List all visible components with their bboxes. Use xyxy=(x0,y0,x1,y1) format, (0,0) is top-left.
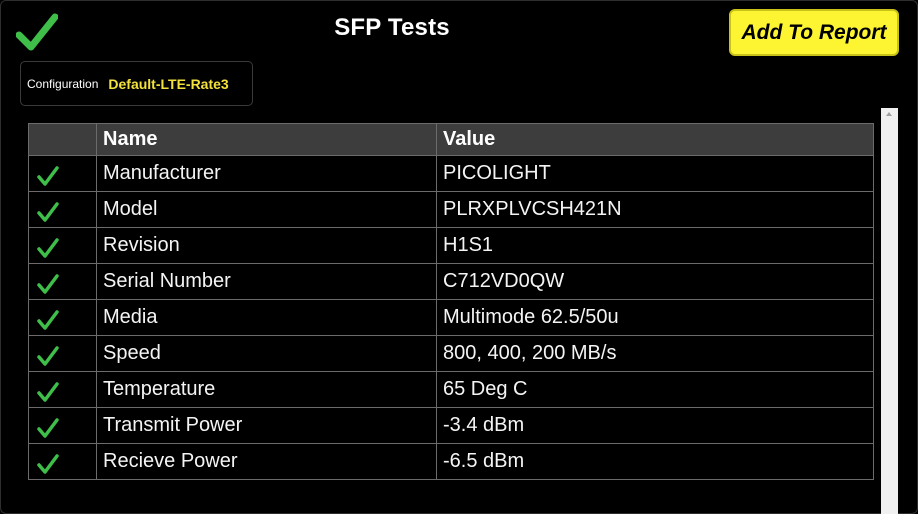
pass-checkmark-icon xyxy=(37,238,59,258)
table-row: Recieve Power -6.5 dBm xyxy=(28,443,874,480)
row-status-cell xyxy=(28,407,97,444)
pass-checkmark-icon xyxy=(37,310,59,330)
table-row: Transmit Power -3.4 dBm xyxy=(28,407,874,444)
pass-checkmark-icon xyxy=(37,346,59,366)
pass-checkmark-icon xyxy=(37,166,59,186)
row-value-cell: PLRXPLVCSH421N xyxy=(436,191,874,228)
row-status-cell xyxy=(28,371,97,408)
table-row: Revision H1S1 xyxy=(28,227,874,264)
row-value-cell: -6.5 dBm xyxy=(436,443,874,480)
row-name-cell: Revision xyxy=(96,227,437,264)
row-status-cell xyxy=(28,191,97,228)
row-value-cell: Multimode 62.5/50u xyxy=(436,299,874,336)
row-name-cell: Media xyxy=(96,299,437,336)
pass-checkmark-icon xyxy=(37,418,59,438)
row-value-cell: -3.4 dBm xyxy=(436,407,874,444)
row-name-cell: Manufacturer xyxy=(96,155,437,192)
table-row: Manufacturer PICOLIGHT xyxy=(28,155,874,192)
row-name-cell: Serial Number xyxy=(96,263,437,300)
row-name-cell: Model xyxy=(96,191,437,228)
scroll-up-arrow-icon[interactable] xyxy=(886,112,892,116)
table-row: Media Multimode 62.5/50u xyxy=(28,299,874,336)
table-header-row: Name Value xyxy=(28,123,874,156)
row-status-cell xyxy=(28,155,97,192)
pass-checkmark-icon xyxy=(37,202,59,222)
table-row: Speed 800, 400, 200 MB/s xyxy=(28,335,874,372)
row-value-cell: PICOLIGHT xyxy=(436,155,874,192)
pass-checkmark-icon xyxy=(37,382,59,402)
row-status-cell xyxy=(28,263,97,300)
column-header-value: Value xyxy=(436,123,874,156)
row-status-cell xyxy=(28,443,97,480)
row-value-cell: H1S1 xyxy=(436,227,874,264)
row-name-cell: Temperature xyxy=(96,371,437,408)
row-value-cell: 800, 400, 200 MB/s xyxy=(436,335,874,372)
page-title: SFP Tests xyxy=(334,14,450,41)
configuration-panel: Configuration Default-LTE-Rate3 xyxy=(20,61,253,106)
row-name-cell: Transmit Power xyxy=(96,407,437,444)
configuration-value: Default-LTE-Rate3 xyxy=(108,75,229,92)
row-value-cell: C712VD0QW xyxy=(436,263,874,300)
table-row: Serial Number C712VD0QW xyxy=(28,263,874,300)
sfp-results-table: Name Value Manufacturer PICOLIGHT Model PLR… xyxy=(28,123,874,480)
vertical-scrollbar[interactable] xyxy=(881,108,898,514)
row-value-cell: 65 Deg C xyxy=(436,371,874,408)
configuration-label: Configuration xyxy=(27,76,99,91)
pass-checkmark-icon xyxy=(37,454,59,474)
row-name-cell: Speed xyxy=(96,335,437,372)
add-to-report-button[interactable]: Add To Report xyxy=(729,9,899,56)
row-status-cell xyxy=(28,335,97,372)
column-header-status xyxy=(28,123,97,156)
row-status-cell xyxy=(28,299,97,336)
table-row: Temperature 65 Deg C xyxy=(28,371,874,408)
column-header-name: Name xyxy=(96,123,437,156)
row-status-cell xyxy=(28,227,97,264)
row-name-cell: Recieve Power xyxy=(96,443,437,480)
table-row: Model PLRXPLVCSH421N xyxy=(28,191,874,228)
pass-checkmark-icon xyxy=(37,274,59,294)
